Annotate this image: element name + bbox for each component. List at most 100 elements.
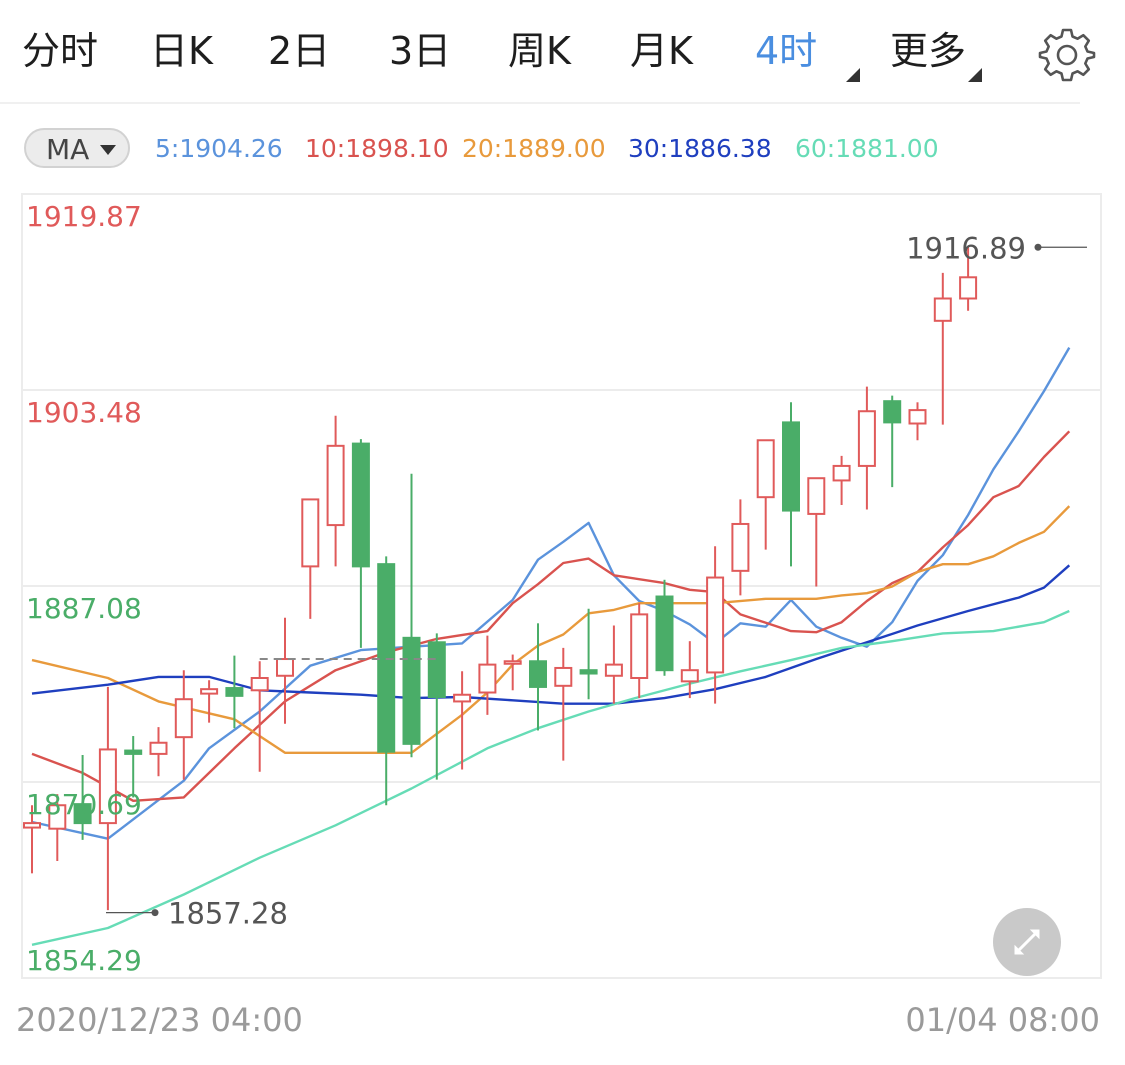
candle-body: [529, 660, 547, 688]
candlestick: [529, 623, 547, 731]
candlestick: [731, 499, 750, 596]
candle-body: [959, 276, 978, 300]
candle-body: [579, 669, 598, 675]
candlestick: [655, 579, 674, 676]
candlestick: [326, 415, 345, 567]
candlestick: [630, 603, 649, 699]
candlestick: [427, 633, 446, 780]
triangle-down-icon[interactable]: [846, 68, 860, 82]
ma-line-ma10: [31, 430, 1071, 802]
candle-body: [478, 663, 497, 694]
candle-body: [731, 522, 750, 572]
candle-body: [377, 563, 396, 753]
tab-divider: [0, 102, 1080, 104]
candle-body: [655, 595, 674, 672]
x-axis-end-label: 01/04 08:00: [905, 1001, 1100, 1039]
candlestick: [478, 635, 497, 715]
moving-average-lines: [31, 346, 1071, 946]
candlestick: [857, 386, 876, 510]
candlestick: [301, 498, 320, 619]
gear-icon[interactable]: [1038, 26, 1096, 84]
candle-body: [832, 464, 851, 482]
candle-body: [301, 498, 320, 568]
candle-body: [503, 660, 522, 665]
candlestick: [908, 402, 927, 441]
candle-body: [427, 641, 446, 698]
candlestick: [807, 477, 826, 587]
fullscreen-button[interactable]: [993, 908, 1061, 976]
min-marker-dot: [151, 909, 159, 917]
y-axis-labels: 1919.87 1903.48 1887.08 1870.69 1854.29: [26, 200, 142, 977]
candlestick: [782, 402, 800, 567]
candle-body: [250, 677, 269, 692]
tab-3-day[interactable]: 3日: [389, 26, 451, 76]
candle-body: [782, 421, 800, 512]
candle-body: [680, 669, 699, 683]
candlesticks: [23, 247, 978, 911]
tab-2-day[interactable]: 2日: [268, 26, 330, 76]
candle-body: [630, 613, 649, 680]
candlestick: [933, 272, 952, 425]
candlestick: [351, 439, 370, 648]
min-price-label: 1857.28: [168, 897, 288, 931]
candle-body: [149, 741, 168, 755]
max-price-label: 1916.89: [906, 231, 1026, 265]
tab-4-hour[interactable]: 4时: [755, 26, 817, 76]
candle-body: [604, 663, 623, 677]
candle-body: [200, 688, 219, 695]
candlestick: [149, 727, 168, 777]
ma5-value: 5:1904.26: [155, 134, 283, 163]
candle-body: [807, 477, 826, 515]
candle-body: [883, 400, 902, 424]
y-axis-label: 1887.08: [26, 592, 142, 625]
candle-body: [554, 666, 573, 687]
candlestick: [756, 439, 775, 550]
indicator-select[interactable]: MA: [24, 128, 130, 168]
y-axis-label: 1870.69: [26, 788, 142, 821]
candlestick: [579, 608, 598, 700]
candlestick: [832, 455, 851, 505]
candlestick: [604, 625, 623, 704]
expand-arrows-icon: [1014, 929, 1040, 955]
ma10-value: 10:1898.10: [305, 134, 449, 163]
triangle-down-icon: [100, 145, 116, 155]
y-axis-label: 1903.48: [26, 396, 142, 429]
candle-body: [124, 749, 143, 755]
candle-body: [933, 297, 952, 322]
y-axis-label: 1854.29: [26, 944, 142, 977]
candlestick: [402, 473, 421, 758]
kline-chart[interactable]: 1916.89 1857.28 1919.87 1903.48 1887.08 1870…: [0, 180, 1125, 1065]
indicator-select-label: MA: [46, 133, 90, 166]
tab-weekly-k[interactable]: 周K: [508, 26, 571, 76]
ma60-value: 60:1881.00: [795, 134, 939, 163]
candlestick: [377, 556, 396, 806]
tab-monthly-k[interactable]: 月K: [630, 26, 693, 76]
y-axis-label: 1919.87: [26, 200, 142, 233]
indicator-row: MA 5:1904.26 10:1898.10 20:1889.00 30:18…: [0, 124, 1125, 174]
candle-body: [174, 698, 193, 739]
max-marker-dot: [1034, 243, 1042, 251]
candlestick: [200, 680, 219, 723]
triangle-down-icon[interactable]: [968, 68, 982, 82]
candlestick: [706, 546, 725, 704]
tab-timeshare[interactable]: 分时: [22, 26, 98, 76]
candle-body: [857, 410, 876, 467]
tab-daily-k[interactable]: 日K: [150, 26, 213, 76]
period-tab-bar: 分时 日K 2日 3日 周K 月K 4时 更多: [0, 0, 1125, 102]
candle-body: [225, 687, 244, 697]
candle-body: [706, 576, 725, 674]
extreme-markers: 1916.89 1857.28: [106, 231, 1087, 931]
ma20-value: 20:1889.00: [462, 134, 606, 163]
candle-body: [453, 693, 472, 703]
ma-line-ma60: [31, 609, 1070, 946]
candle-body: [326, 444, 345, 527]
x-axis-start-label: 2020/12/23 04:00: [16, 1001, 303, 1039]
candle-body: [23, 822, 41, 829]
candle-body: [756, 439, 775, 499]
candlestick: [174, 670, 193, 780]
candle-body: [276, 658, 294, 677]
tab-more[interactable]: 更多: [890, 26, 966, 76]
ma30-value: 30:1886.38: [628, 134, 772, 163]
candle-body: [908, 409, 927, 425]
kline-chart-svg: 1916.89 1857.28 1919.87 1903.48 1887.08 1870…: [21, 193, 1102, 979]
